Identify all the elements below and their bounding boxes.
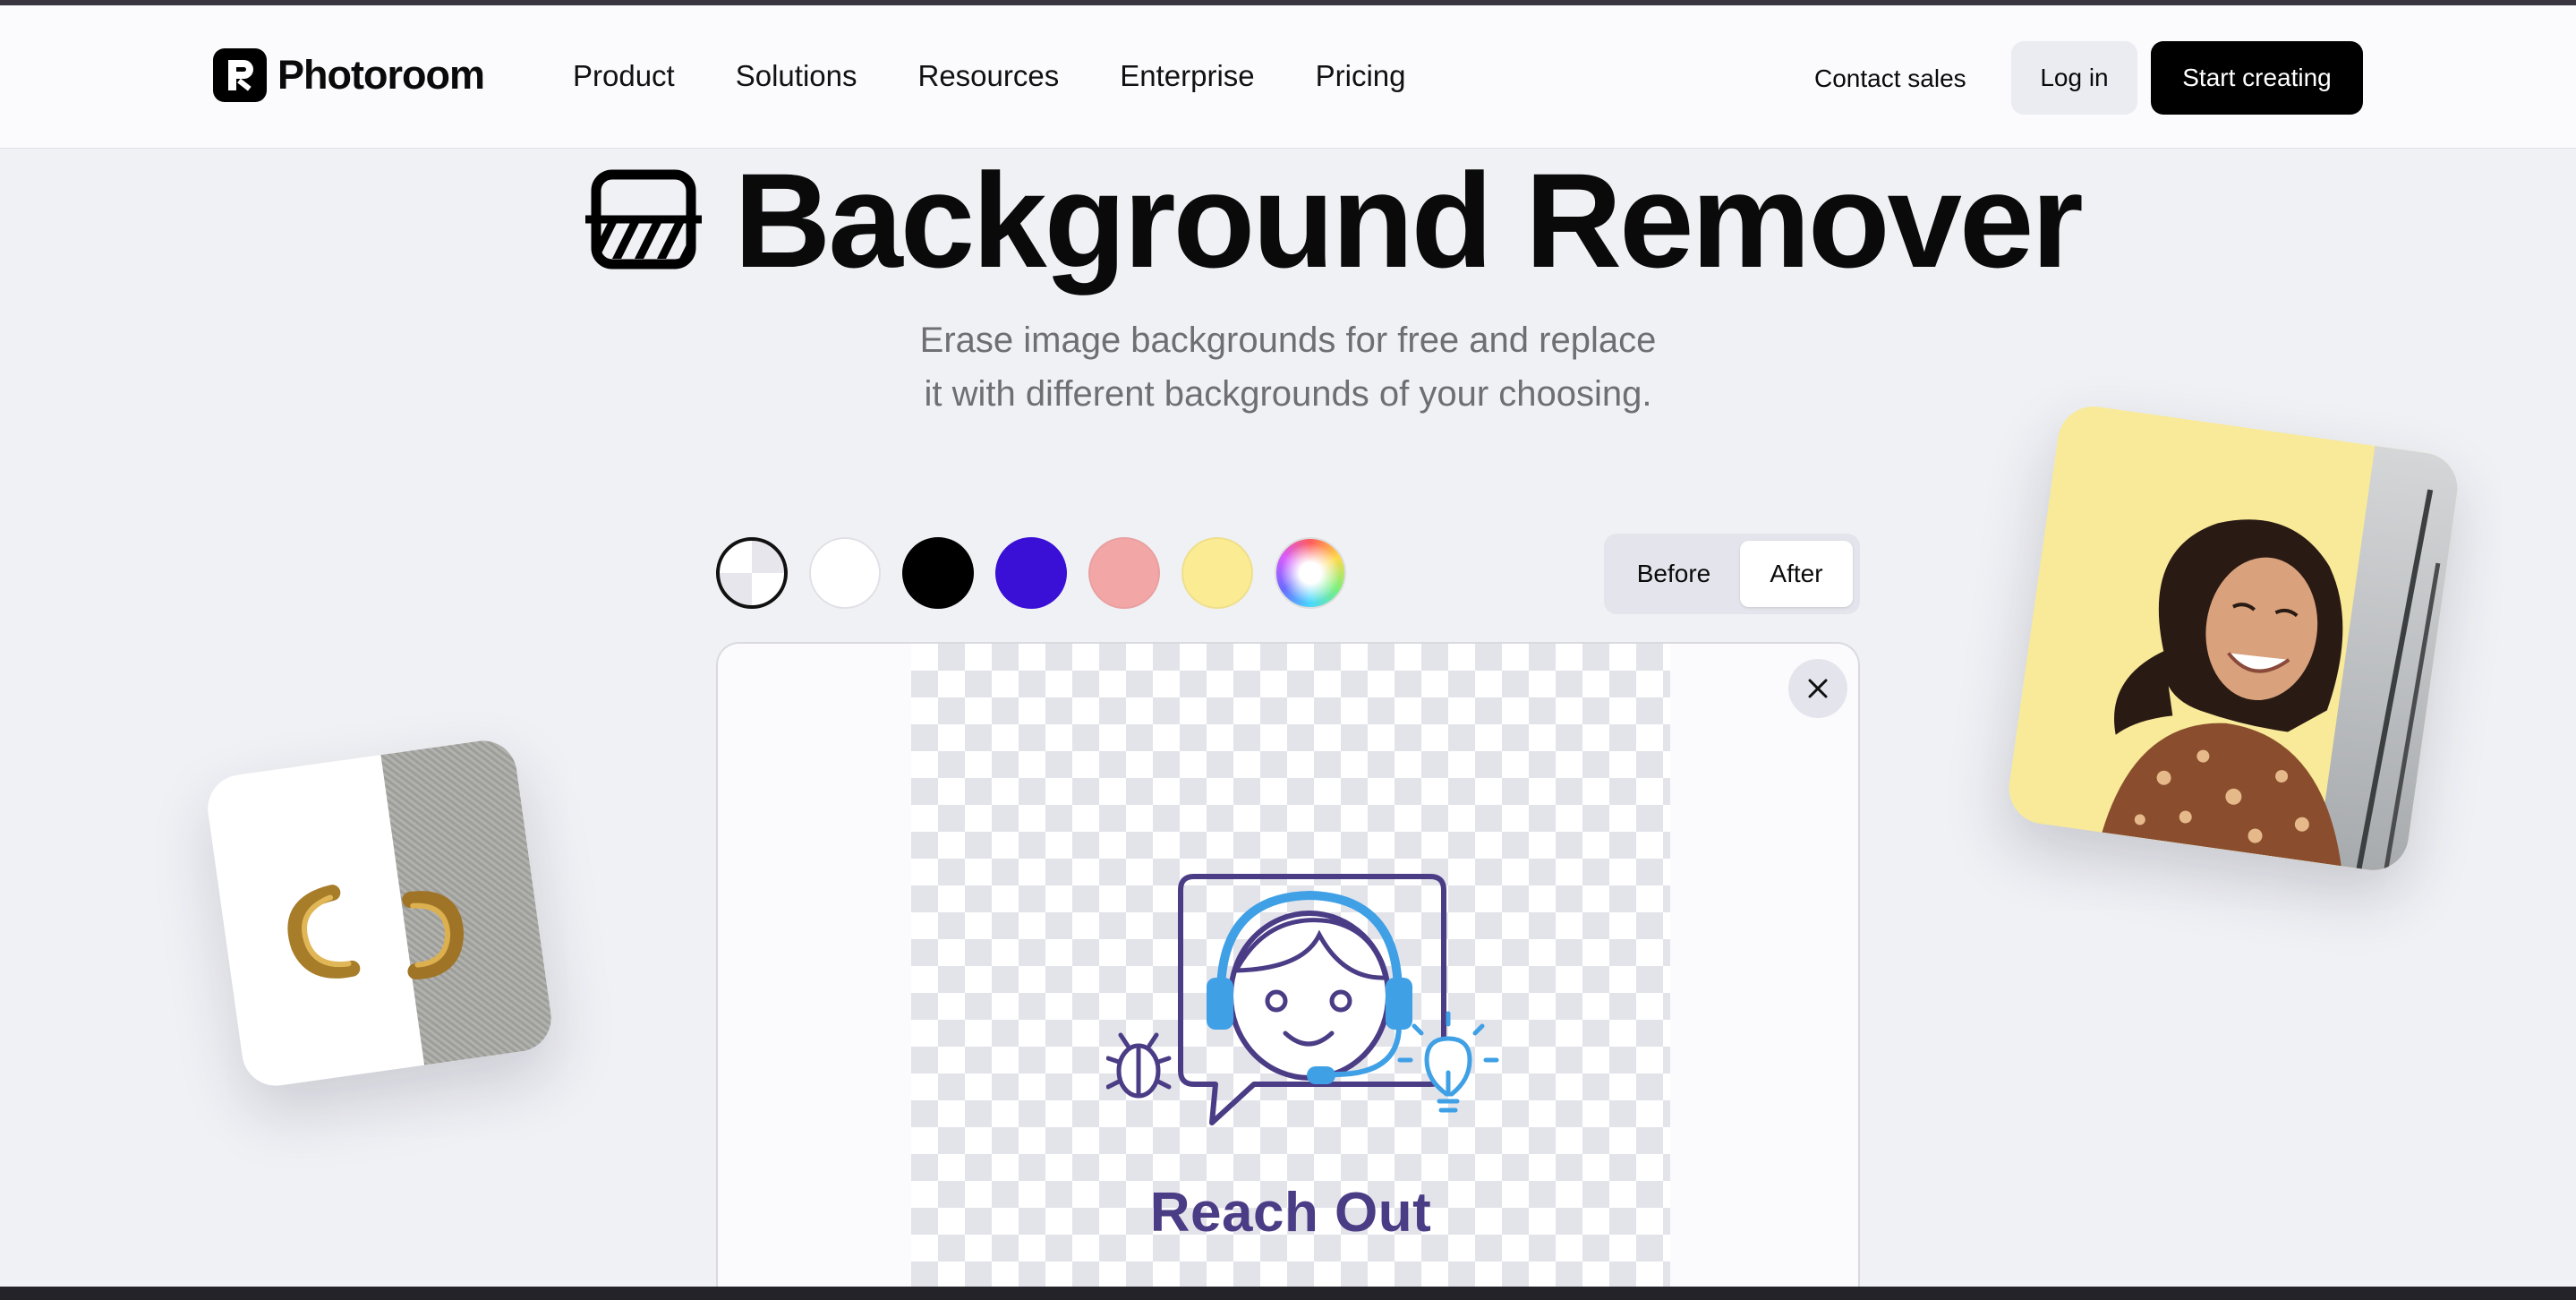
swatch-transparent[interactable] (716, 537, 788, 609)
menu-item-product[interactable]: Product (573, 59, 675, 93)
swatch-white[interactable] (809, 537, 881, 609)
support-agent-headset-icon (1106, 874, 1499, 1125)
photoroom-logo[interactable]: Photoroom (213, 48, 485, 102)
background-color-swatches (716, 537, 1368, 609)
subtitle-line-1: Erase image backgrounds for free and rep… (919, 321, 1657, 360)
swatch-custom-color[interactable] (1275, 537, 1346, 609)
menu-item-solutions[interactable]: Solutions (736, 59, 857, 93)
menu-item-enterprise[interactable]: Enterprise (1120, 59, 1254, 93)
page-title: Background Remover (734, 145, 2084, 295)
swatch-yellow[interactable] (1181, 537, 1253, 609)
main-menu: Product Solutions Resources Enterprise P… (573, 59, 1467, 93)
subtitle-line-2: it with different backgrounds of your ch… (924, 374, 1652, 414)
start-creating-button[interactable]: Start creating (2151, 41, 2363, 115)
example-earrings-card[interactable] (203, 736, 556, 1090)
example-portrait-card[interactable] (2004, 401, 2462, 876)
swatch-pink[interactable] (1088, 537, 1160, 609)
menu-item-pricing[interactable]: Pricing (1316, 59, 1406, 93)
background-remover-icon (585, 169, 702, 269)
menu-item-resources[interactable]: Resources (918, 59, 1060, 93)
image-caption-text: Reach Out (1149, 1182, 1432, 1244)
before-tab[interactable]: Before (1611, 541, 1736, 607)
gold-earrings-image (287, 885, 465, 980)
os-dock-edge (0, 1287, 2576, 1300)
top-navigation: Photoroom Product Solutions Resources En… (0, 5, 2576, 149)
before-after-toggle: Before After (1604, 534, 1860, 614)
photoroom-logo-icon (213, 48, 267, 102)
bug-icon (1106, 1032, 1172, 1099)
swatch-indigo[interactable] (995, 537, 1067, 609)
smiling-woman-photo (2102, 489, 2441, 873)
page-subtitle: Erase image backgrounds for free and rep… (796, 313, 1780, 421)
log-in-button[interactable]: Log in (2011, 41, 2137, 115)
logo-text: Photoroom (277, 52, 485, 98)
contact-sales-link[interactable]: Contact sales (1814, 64, 1966, 93)
after-tab[interactable]: After (1740, 541, 1853, 607)
image-preview-card: Reach Out (716, 642, 1860, 1300)
close-icon (1808, 679, 1828, 698)
swatch-black[interactable] (902, 537, 974, 609)
close-button[interactable] (1788, 659, 1847, 718)
lightbulb-icon (1397, 1011, 1499, 1113)
